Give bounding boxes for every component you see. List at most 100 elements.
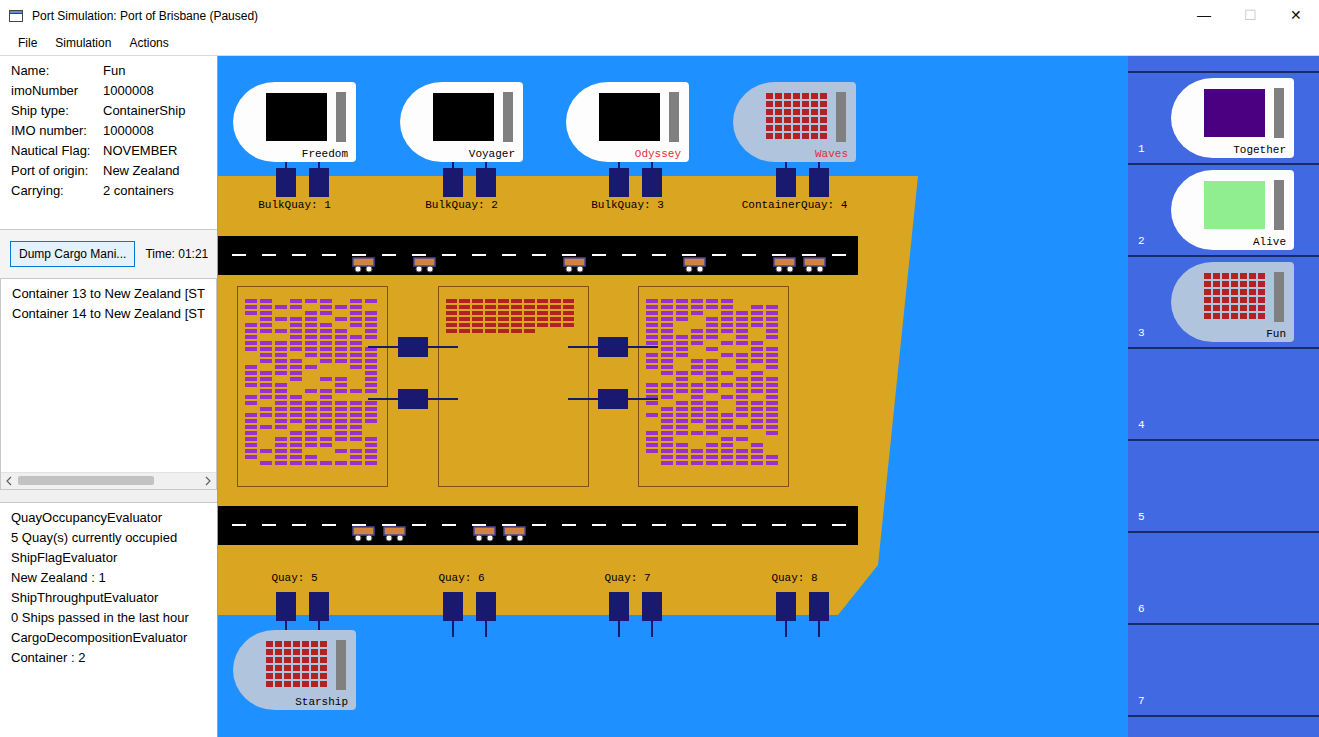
ship[interactable]: Fun xyxy=(1171,262,1294,342)
truck-icon xyxy=(683,254,707,271)
docked-ship[interactable]: Voyager xyxy=(400,82,523,162)
manifest-item[interactable]: Container 14 to New Zealand [ST xyxy=(12,304,216,324)
truck-icon xyxy=(473,523,497,540)
yard-crane xyxy=(568,346,658,348)
ship-bridge xyxy=(336,92,346,142)
quay-label: BulkQuay: 1 xyxy=(218,198,386,212)
truck-icon xyxy=(803,254,827,271)
quay-crane xyxy=(642,168,662,197)
info-value: 1000008 xyxy=(103,121,211,141)
dump-cargo-button[interactable]: Dump Cargo Mani... xyxy=(10,241,135,267)
cargo-hold xyxy=(1204,89,1265,137)
info-value: New Zealand xyxy=(103,161,211,181)
info-label: IMO number: xyxy=(11,121,103,141)
queue-slot: 5 xyxy=(1128,439,1319,531)
menu-item[interactable]: Actions xyxy=(120,34,177,52)
truck-icon xyxy=(352,523,376,540)
ship-bridge xyxy=(1274,272,1284,322)
cargo-hold xyxy=(599,93,660,141)
ship-queue: 1Together2Alive3Fun4567 xyxy=(1128,56,1319,737)
ship-name: Freedom xyxy=(302,147,348,161)
ship[interactable]: Together xyxy=(1171,78,1294,158)
quay-crane xyxy=(609,592,629,621)
storage-yard xyxy=(438,286,589,487)
scroll-right-icon[interactable] xyxy=(199,473,216,489)
evaluator-panel: QuayOccupancyEvaluator5 Quay(s) currentl… xyxy=(0,502,217,737)
quay-label: Quay: 7 xyxy=(536,571,719,585)
ship[interactable]: Waves xyxy=(733,82,856,162)
menu-item[interactable]: File xyxy=(9,34,46,52)
window-controls: —☐✕ xyxy=(1181,0,1319,31)
truck-icon xyxy=(383,523,407,540)
info-label: Name: xyxy=(11,61,103,81)
scroll-left-icon[interactable] xyxy=(1,473,18,489)
road xyxy=(218,236,858,275)
horizontal-scrollbar[interactable] xyxy=(1,472,216,489)
ship[interactable]: Voyager xyxy=(400,82,523,162)
queue-slot: 6 xyxy=(1128,531,1319,623)
ship-name: Together xyxy=(1233,143,1286,157)
road xyxy=(218,506,858,545)
truck-icon xyxy=(773,254,797,271)
ship[interactable]: Odyssey xyxy=(566,82,689,162)
quay-crane xyxy=(809,592,829,621)
cargo-hold xyxy=(1204,181,1265,229)
port-canvas[interactable]: BulkQuay: 1FreedomBulkQuay: 2VoyagerBulk… xyxy=(218,56,1128,737)
slot-number: 1 xyxy=(1138,142,1171,163)
ship[interactable]: Alive xyxy=(1171,170,1294,250)
quay-crane xyxy=(609,168,629,197)
manifest-item[interactable]: Container 13 to New Zealand [ST xyxy=(12,284,216,304)
info-value: Fun xyxy=(103,61,211,81)
info-label: Nautical Flag: xyxy=(11,141,103,161)
action-row: Dump Cargo Mani... Time: 01:21 xyxy=(0,230,217,278)
quay-crane xyxy=(276,168,296,197)
ship-bridge xyxy=(669,92,679,142)
minimize-button[interactable]: — xyxy=(1181,0,1227,31)
slot-number: 6 xyxy=(1138,602,1171,623)
queue-slot: 3Fun xyxy=(1128,255,1319,347)
ship-bridge xyxy=(503,92,513,142)
ship-bridge xyxy=(836,92,846,142)
container-stack xyxy=(266,641,327,687)
info-label: Port of origin: xyxy=(11,161,103,181)
menu-bar: FileSimulationActions xyxy=(0,31,1319,56)
docked-ship[interactable]: Freedom xyxy=(233,82,356,162)
queue-slot: 4 xyxy=(1128,347,1319,439)
quay-crane xyxy=(476,592,496,621)
queue-slot: 2Alive xyxy=(1128,163,1319,255)
manifest-list[interactable]: Container 13 to New Zealand [STContainer… xyxy=(1,279,216,472)
close-button[interactable]: ✕ xyxy=(1273,0,1319,31)
scroll-thumb[interactable] xyxy=(18,476,154,485)
app-icon xyxy=(8,8,24,24)
docked-ship[interactable]: Waves xyxy=(733,82,856,162)
evaluator-line: New Zealand : 1 xyxy=(11,568,206,588)
truck-icon xyxy=(352,254,376,271)
ship-bridge xyxy=(1274,180,1284,230)
evaluator-line: 0 Ships passed in the last hour xyxy=(11,608,206,628)
quay-crane xyxy=(776,592,796,621)
ship[interactable]: Freedom xyxy=(233,82,356,162)
ship-name: Voyager xyxy=(469,147,515,161)
yard-crane xyxy=(368,346,458,348)
ship-bridge xyxy=(336,640,346,690)
quay-crane xyxy=(476,168,496,197)
ship-name: Fun xyxy=(1266,327,1286,341)
quay-crane xyxy=(443,592,463,621)
scroll-track[interactable] xyxy=(18,473,199,489)
info-label: imoNumber xyxy=(11,81,103,101)
menu-item[interactable]: Simulation xyxy=(46,34,120,52)
evaluator-line: Container : 2 xyxy=(11,648,206,668)
ship[interactable]: Starship xyxy=(233,630,356,710)
truck-icon xyxy=(413,254,437,271)
quay-label: Quay: 5 xyxy=(218,571,386,585)
ship-name: Alive xyxy=(1253,235,1286,249)
time-label: Time: 01:21 xyxy=(145,245,208,263)
left-panel: Name:FunimoNumber1000008Ship type:Contai… xyxy=(0,56,218,737)
docked-ship[interactable]: Starship xyxy=(233,630,356,710)
quay-label: BulkQuay: 3 xyxy=(536,198,719,212)
cargo-hold xyxy=(266,93,327,141)
info-value: NOVEMBER xyxy=(103,141,211,161)
docked-ship[interactable]: Odyssey xyxy=(566,82,689,162)
quay-crane xyxy=(809,168,829,197)
quay-label: Quay: 6 xyxy=(370,571,553,585)
